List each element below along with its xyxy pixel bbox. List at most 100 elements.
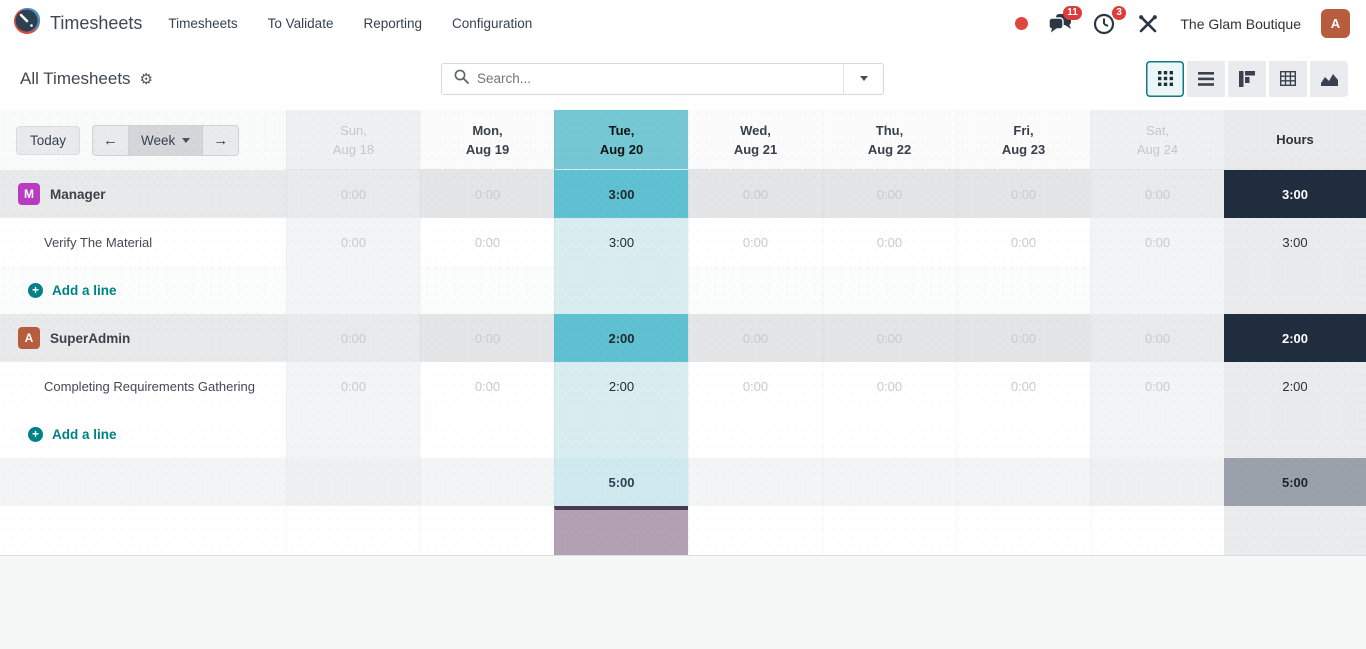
- grid-cell: 0:00: [956, 170, 1090, 218]
- day-header-sat: Sat,Aug 24: [1090, 110, 1224, 170]
- row-total: [1224, 266, 1366, 314]
- column-total: [822, 458, 956, 506]
- group-row-manager[interactable]: M Manager: [0, 170, 286, 218]
- day-header-fri: Fri,Aug 23: [956, 110, 1090, 170]
- main-menu: Timesheets To Validate Reporting Configu…: [168, 16, 532, 31]
- view-switcher: [1146, 61, 1348, 97]
- plus-circle-icon: +: [28, 427, 43, 442]
- grid-cell: 0:00: [688, 170, 822, 218]
- search-dropdown-toggle[interactable]: [843, 64, 883, 94]
- grid-cell: [1090, 266, 1224, 314]
- add-a-line-button[interactable]: + Add a line: [0, 427, 117, 442]
- hours-header: Hours: [1224, 110, 1366, 170]
- prev-week-button[interactable]: ←: [92, 125, 128, 156]
- grid-cell: [286, 266, 420, 314]
- view-graph-button[interactable]: [1310, 61, 1348, 97]
- grand-total: 5:00: [1224, 458, 1366, 506]
- grid-cell[interactable]: 0:00: [420, 362, 554, 410]
- search-input[interactable]: [477, 71, 843, 86]
- grid-cell-today[interactable]: 2:00: [554, 362, 688, 410]
- chevron-down-icon: [860, 76, 868, 81]
- menu-configuration[interactable]: Configuration: [452, 16, 532, 31]
- pivot-view-icon: [1280, 71, 1296, 86]
- activities-badge: 3: [1112, 6, 1127, 20]
- grid-cell[interactable]: 0:00: [688, 218, 822, 266]
- add-a-line-button[interactable]: + Add a line: [0, 283, 117, 298]
- timesheet-grid: Today ← Week → Sun,Aug 18 Mon,Aug 19 Tue…: [0, 110, 1366, 556]
- grid-cell[interactable]: 0:00: [688, 362, 822, 410]
- column-total: [1090, 458, 1224, 506]
- filler-cell: [0, 506, 286, 555]
- control-panel: All Timesheets ⚙: [0, 47, 1366, 110]
- grid-cell-today: [554, 410, 688, 458]
- row-total: 3:00: [1224, 218, 1366, 266]
- grid-cell: [1090, 410, 1224, 458]
- menu-reporting[interactable]: Reporting: [363, 16, 422, 31]
- view-kanban-button[interactable]: [1228, 61, 1266, 97]
- filler-cell: [420, 506, 554, 555]
- filler-cell: [822, 506, 956, 555]
- view-pivot-button[interactable]: [1269, 61, 1307, 97]
- user-avatar[interactable]: A: [1321, 9, 1350, 38]
- grid-cell-today: [554, 266, 688, 314]
- view-list-button[interactable]: [1187, 61, 1225, 97]
- app-brand[interactable]: Timesheets: [14, 8, 142, 39]
- grid-cell: 0:00: [420, 314, 554, 362]
- chevron-down-icon: [182, 138, 190, 143]
- grid-cell[interactable]: 0:00: [286, 362, 420, 410]
- column-total: [956, 458, 1090, 506]
- day-header-sun: Sun,Aug 18: [286, 110, 420, 170]
- tools-button[interactable]: [1136, 12, 1160, 36]
- grid-cell[interactable]: 0:00: [956, 218, 1090, 266]
- grid-cell: 0:00: [688, 314, 822, 362]
- row-total: 3:00: [1224, 170, 1366, 218]
- search-bar[interactable]: [441, 63, 884, 95]
- top-navbar: Timesheets Timesheets To Validate Report…: [0, 0, 1366, 47]
- grid-nav: Today ← Week →: [0, 110, 286, 170]
- day-header-wed: Wed,Aug 21: [688, 110, 822, 170]
- group-label: SuperAdmin: [50, 331, 130, 346]
- grid-cell: [286, 410, 420, 458]
- filler-cell: [286, 506, 420, 555]
- grid-cell-today[interactable]: 3:00: [554, 218, 688, 266]
- gear-icon[interactable]: ⚙: [140, 70, 153, 88]
- grid-cell[interactable]: 0:00: [1090, 218, 1224, 266]
- activities-button[interactable]: 3: [1092, 12, 1116, 36]
- grid-cell[interactable]: 0:00: [822, 362, 956, 410]
- systray: 11 3 The Glam Boutique A: [1015, 9, 1350, 38]
- grid-cell: [822, 410, 956, 458]
- view-grid-button[interactable]: [1146, 61, 1184, 97]
- task-label: Completing Requirements Gathering: [0, 379, 255, 394]
- company-name[interactable]: The Glam Boutique: [1180, 16, 1301, 32]
- totals-row-label: [0, 458, 286, 506]
- filler-cell: [688, 506, 822, 555]
- grid-cell[interactable]: 0:00: [822, 218, 956, 266]
- list-view-icon: [1198, 72, 1214, 86]
- group-label: Manager: [50, 187, 106, 202]
- app-title: Timesheets: [50, 13, 142, 34]
- grid-cell[interactable]: 0:00: [956, 362, 1090, 410]
- grid-cell: [420, 410, 554, 458]
- today-column-footer: [554, 506, 688, 555]
- range-week-dropdown[interactable]: Week: [128, 125, 203, 156]
- grid-cell: [420, 266, 554, 314]
- messages-button[interactable]: 11: [1048, 12, 1072, 36]
- kanban-view-icon: [1239, 71, 1255, 87]
- messages-badge: 11: [1063, 6, 1083, 20]
- next-week-button[interactable]: →: [203, 125, 239, 156]
- filler-cell: [956, 506, 1090, 555]
- grid-view-icon: [1158, 71, 1173, 86]
- group-row-superadmin[interactable]: A SuperAdmin: [0, 314, 286, 362]
- menu-timesheets[interactable]: Timesheets: [168, 16, 237, 31]
- grid-cell[interactable]: 0:00: [1090, 362, 1224, 410]
- day-header-mon: Mon,Aug 19: [420, 110, 554, 170]
- grid-cell[interactable]: 0:00: [420, 218, 554, 266]
- grid-cell: 0:00: [1090, 170, 1224, 218]
- task-row-verify-the-material[interactable]: Verify The Material: [0, 218, 286, 266]
- grid-cell: [688, 266, 822, 314]
- task-row-completing-requirements-gathering[interactable]: Completing Requirements Gathering: [0, 362, 286, 410]
- grid-cell[interactable]: 0:00: [286, 218, 420, 266]
- today-button[interactable]: Today: [16, 126, 80, 155]
- grid-cell: 0:00: [1090, 314, 1224, 362]
- menu-to-validate[interactable]: To Validate: [268, 16, 334, 31]
